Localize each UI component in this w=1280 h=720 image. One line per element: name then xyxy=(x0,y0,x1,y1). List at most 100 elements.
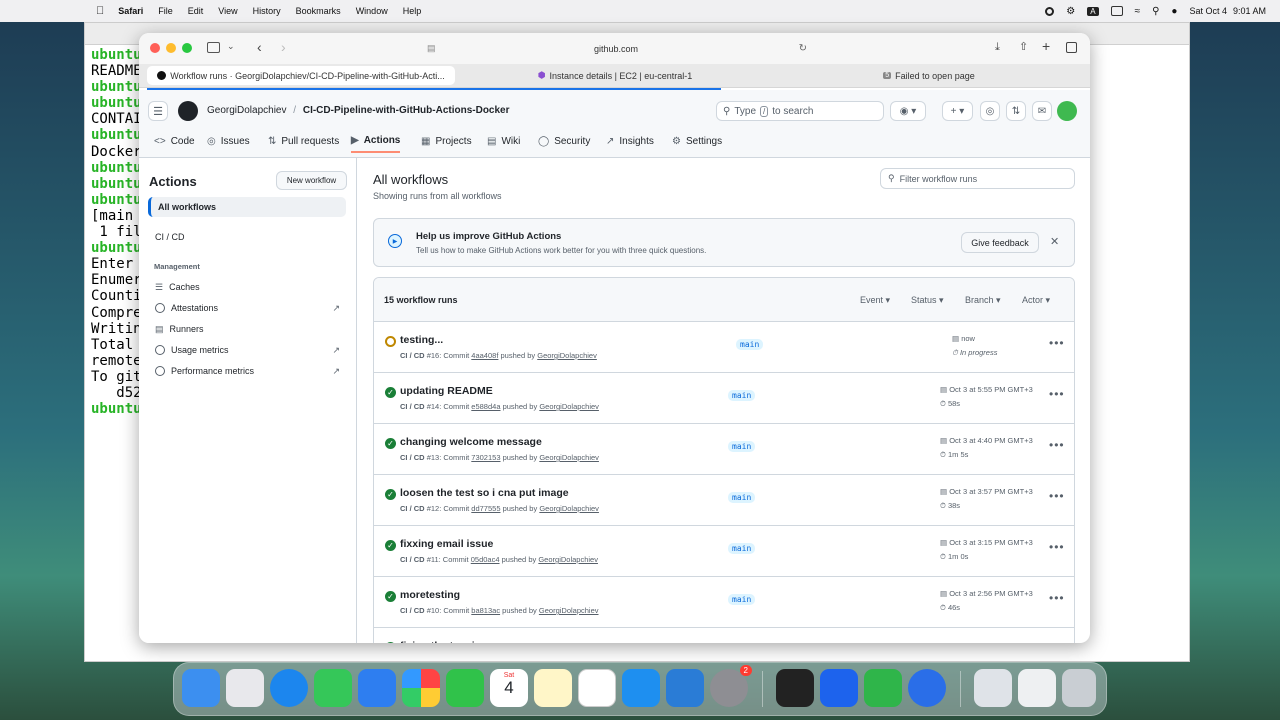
branch-badge[interactable]: main xyxy=(728,441,756,452)
run-title[interactable]: loosen the test so i cna put image xyxy=(400,487,569,499)
commit-link[interactable]: dd77555 xyxy=(471,504,500,513)
menu-history[interactable]: History xyxy=(253,6,281,16)
docker-icon[interactable] xyxy=(820,669,858,707)
give-feedback-button[interactable]: Give feedback xyxy=(961,232,1039,253)
downloads-icon[interactable]: ⤓ xyxy=(995,41,1000,54)
workflow-run-row[interactable]: ✓ fixing the tagging xyxy=(374,627,1074,643)
input-source-icon[interactable]: A xyxy=(1087,6,1099,16)
sidebar-item-attestations[interactable]: Attestations ↗ xyxy=(148,298,346,318)
workflow-run-row[interactable]: ✓ moretesting CI / CD #10: Commit ba813ac … xyxy=(374,576,1074,627)
issues-button[interactable]: ◎ xyxy=(980,101,1000,121)
menu-app-name[interactable]: Safari xyxy=(118,6,143,16)
inbox-button[interactable]: ✉ xyxy=(1032,101,1052,121)
calendar-icon[interactable]: Sat 4 xyxy=(490,669,528,707)
notes-icon[interactable] xyxy=(534,669,572,707)
workflow-run-row[interactable]: ✓ fixxing email issue CI / CD #11: Commit … xyxy=(374,525,1074,576)
filter-status[interactable]: Status ▾ xyxy=(911,295,944,306)
downloads-icon[interactable] xyxy=(974,669,1012,707)
commit-link[interactable]: 7302153 xyxy=(471,453,500,462)
commit-link[interactable]: ba813ac xyxy=(471,606,500,615)
author-link[interactable]: GeorgiDolapchiev xyxy=(539,606,599,615)
menu-file[interactable]: File xyxy=(158,6,173,16)
sidebar-item-ci-cd[interactable]: CI / CD xyxy=(148,227,346,247)
numbers-icon[interactable] xyxy=(864,669,902,707)
safari-icon[interactable] xyxy=(270,669,308,707)
kebab-menu-icon[interactable]: ••• xyxy=(1049,540,1065,554)
run-title[interactable]: updating README xyxy=(400,385,493,397)
tab-security[interactable]: ◯ Security xyxy=(538,129,590,153)
launchpad-icon[interactable] xyxy=(226,669,264,707)
menu-date[interactable]: Sat Oct 4 xyxy=(1189,6,1227,16)
finder-icon[interactable] xyxy=(182,669,220,707)
branch-badge[interactable]: main xyxy=(728,492,756,503)
commit-link[interactable]: 4aa408f xyxy=(471,351,498,360)
tab-wiki[interactable]: ▤ Wiki xyxy=(487,129,520,153)
tab-ec2-instance[interactable]: ⬢ Instance details | EC2 | eu-central-1 xyxy=(457,66,773,85)
tab-failed-page[interactable]: 5 Failed to open page xyxy=(775,66,1083,85)
sidebar-item-caches[interactable]: ☰ Caches xyxy=(148,277,346,297)
hamburger-menu-icon[interactable]: ☰ xyxy=(148,101,168,121)
author-link[interactable]: GeorgiDolapchiev xyxy=(537,351,597,360)
branch-badge[interactable]: main xyxy=(736,339,764,350)
mail-icon[interactable] xyxy=(358,669,396,707)
minimize-window-button[interactable] xyxy=(166,43,176,53)
filter-actor[interactable]: Actor ▾ xyxy=(1022,295,1050,306)
zoom-window-button[interactable] xyxy=(182,43,192,53)
new-workflow-button[interactable]: New workflow xyxy=(276,171,347,190)
tab-projects[interactable]: ▦ Projects xyxy=(421,129,472,153)
repo-owner-link[interactable]: GeorgiDolapchiev xyxy=(207,105,287,116)
terminal-icon[interactable] xyxy=(776,669,814,707)
wifi-icon[interactable]: ≈ xyxy=(1135,6,1141,17)
sidebar-item-runners[interactable]: ▤ Runners xyxy=(148,319,346,339)
run-title[interactable]: fixing the tagging xyxy=(400,640,488,643)
menu-bookmarks[interactable]: Bookmarks xyxy=(296,6,341,16)
control-center-icon[interactable]: ⚙ xyxy=(1066,6,1075,17)
menu-time[interactable]: 9:01 AM xyxy=(1233,6,1266,16)
author-link[interactable]: GeorgiDolapchiev xyxy=(539,453,599,462)
commit-link[interactable]: 05d0ac4 xyxy=(471,555,500,564)
tab-overview-icon[interactable] xyxy=(1066,42,1077,53)
search-input[interactable]: ⚲ Type / to search xyxy=(716,101,884,121)
share-icon[interactable]: ⇧ xyxy=(1019,40,1028,53)
run-title[interactable]: moretesting xyxy=(400,589,460,601)
tab-insights[interactable]: ↗ Insights xyxy=(606,129,654,153)
messages-icon[interactable] xyxy=(314,669,352,707)
menu-window[interactable]: Window xyxy=(356,6,388,16)
tab-code[interactable]: <> Code xyxy=(154,129,195,153)
run-title[interactable]: changing welcome message xyxy=(400,436,542,448)
facetime-icon[interactable] xyxy=(446,669,484,707)
chevron-down-icon[interactable]: ⌄ xyxy=(227,41,235,52)
new-tab-icon[interactable]: + xyxy=(1042,38,1050,54)
branch-badge[interactable]: main xyxy=(728,390,756,401)
workflow-run-row[interactable]: ✓ updating README CI / CD #14: Commit e588… xyxy=(374,372,1074,423)
back-icon[interactable]: ‹ xyxy=(257,39,262,55)
record-icon[interactable] xyxy=(1045,6,1055,16)
author-link[interactable]: GeorgiDolapchiev xyxy=(539,504,599,513)
apple-icon[interactable]:  xyxy=(96,5,104,17)
sidebar-item-usage-metrics[interactable]: Usage metrics ↗ xyxy=(148,340,346,360)
spotlight-icon[interactable]: ⚲ xyxy=(1152,6,1159,17)
workflow-run-row[interactable]: testing... CI / CD #16: Commit 4aa408f pu… xyxy=(374,321,1074,372)
forward-icon[interactable]: › xyxy=(281,39,286,55)
screenshot-icon[interactable] xyxy=(1018,669,1056,707)
workflow-run-row[interactable]: ✓ changing welcome message CI / CD #13: Co… xyxy=(374,423,1074,474)
tab-actions[interactable]: ▶ Actions xyxy=(351,129,401,153)
menu-help[interactable]: Help xyxy=(403,6,422,16)
battery-icon[interactable] xyxy=(1110,6,1123,16)
reload-icon[interactable]: ↻ xyxy=(799,43,807,54)
branch-badge[interactable]: main xyxy=(728,594,756,605)
tab-workflow-runs[interactable]: Workflow runs · GeorgiDolapchiev/CI-CD-P… xyxy=(147,66,455,85)
close-icon[interactable]: ✕ xyxy=(1050,235,1059,248)
trash-icon[interactable] xyxy=(1062,669,1096,707)
app-store-icon[interactable] xyxy=(622,669,660,707)
kebab-menu-icon[interactable]: ••• xyxy=(1049,591,1065,605)
avatar[interactable] xyxy=(1057,101,1077,121)
tab-issues[interactable]: ◎ Issues xyxy=(207,129,250,153)
chatgpt-icon[interactable] xyxy=(578,669,616,707)
settings-icon[interactable]: 2 xyxy=(710,665,752,707)
kebab-menu-icon[interactable]: ••• xyxy=(1049,489,1065,503)
branch-badge[interactable]: main xyxy=(728,543,756,554)
kebab-menu-icon[interactable]: ••• xyxy=(1049,387,1065,401)
run-title[interactable]: fixxing email issue xyxy=(400,538,493,550)
sidebar-item-all-workflows[interactable]: All workflows xyxy=(148,197,346,217)
